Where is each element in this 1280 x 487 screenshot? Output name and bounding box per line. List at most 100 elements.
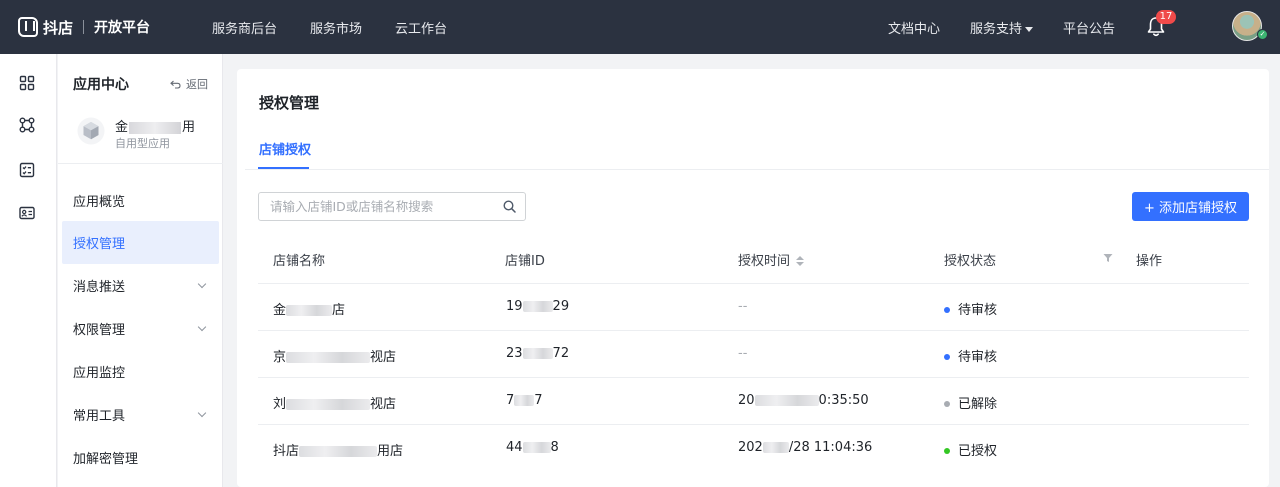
tabs-divider	[245, 169, 1269, 170]
sort-icon[interactable]	[796, 256, 805, 267]
tab-store-authorization[interactable]: 店铺授权	[259, 139, 311, 158]
back-label: 返回	[186, 78, 208, 91]
column-header-store-name: 店铺名称	[273, 254, 326, 269]
sidebar-item-label: 授权管理	[73, 237, 126, 252]
store-name-start: 抖店	[273, 444, 300, 459]
status-cell: 待审核	[944, 299, 997, 318]
grid-icon[interactable]	[19, 75, 35, 91]
app-card: 金用 自用型应用	[73, 114, 218, 154]
sidebar-divider	[58, 163, 223, 164]
nav-service-support-label: 服务支持	[970, 21, 1023, 37]
notification-badge: 17	[1156, 10, 1176, 24]
top-bar: 抖店 开放平台 服务商后台 服务市场 云工作台 文档中心 服务支持 平台公告 1…	[0, 0, 1280, 54]
redacted-text	[286, 399, 371, 410]
column-header-auth-status: 授权状态	[944, 254, 997, 269]
checklist-icon[interactable]	[19, 162, 35, 178]
nav-docs-center[interactable]: 文档中心	[888, 18, 940, 37]
store-name-end: 用店	[377, 444, 404, 459]
status-label: 已授权	[958, 444, 998, 459]
store-id-end: 8	[550, 440, 559, 455]
id-card-icon[interactable]	[19, 205, 35, 221]
sidebar-item-permissions[interactable]: 权限管理	[62, 307, 219, 350]
app-name-end: 用	[182, 120, 196, 135]
sidebar-item-encryption[interactable]: 加解密管理	[62, 436, 219, 479]
auth-time-start: 20	[738, 393, 755, 408]
sidebar-title: 应用中心	[73, 77, 129, 93]
page-title: 授权管理	[259, 94, 320, 112]
sidebar-item-label: 应用监控	[73, 366, 126, 381]
back-button[interactable]: 返回	[170, 76, 208, 92]
top-nav-left: 服务商后台 服务市场 云工作台	[212, 0, 480, 54]
store-id-start: 7	[506, 393, 515, 408]
nav-announcements-wrap: 平台公告	[1063, 0, 1115, 54]
brand[interactable]: 抖店 开放平台	[18, 0, 150, 54]
column-header-auth-time-label: 授权时间	[738, 254, 791, 269]
app-cube-icon	[77, 117, 105, 145]
store-name-end: 店	[332, 303, 346, 318]
verified-check-icon: ✓	[1257, 29, 1268, 40]
redacted-text	[129, 121, 182, 134]
nav-service-provider-backend[interactable]: 服务商后台	[212, 18, 277, 37]
status-dot-icon	[944, 447, 950, 454]
app-type: 自用型应用	[115, 137, 170, 150]
auth-time-cell: 20 0:35:50	[738, 393, 869, 408]
nav-service-market[interactable]: 服务市场	[310, 18, 362, 37]
store-name-cell: 金店	[273, 299, 345, 318]
status-cell: 已解除	[944, 393, 997, 412]
redacted-text	[286, 352, 371, 363]
filter-icon[interactable]	[1103, 253, 1113, 263]
nav-service-support[interactable]: 服务支持	[970, 18, 1034, 37]
brand-divider	[83, 20, 85, 34]
table-row: 抖店 用店 44 8 202/28 11:04:36 已授权	[258, 424, 1249, 471]
chevron-down-icon	[197, 279, 207, 289]
store-id-cell: 19 29	[506, 299, 569, 314]
redacted-text	[299, 446, 378, 457]
nav-support-wrap: 服务支持	[970, 0, 1034, 54]
search-input[interactable]	[259, 193, 499, 220]
store-id-end: 72	[552, 346, 570, 361]
store-id-end: 29	[552, 299, 570, 314]
auth-time-cell: 202/28 11:04:36	[738, 440, 872, 455]
sidebar-item-label: 权限管理	[73, 323, 126, 338]
sidebar-item-monitoring[interactable]: 应用监控	[62, 350, 219, 393]
return-arrow-icon	[170, 80, 181, 89]
auth-time-end: /28 11:04:36	[788, 440, 873, 455]
sidebar-item-message-push[interactable]: 消息推送	[62, 264, 219, 307]
redacted-text	[286, 305, 333, 316]
store-id-cell: 77	[506, 393, 543, 408]
caret-down-icon	[1025, 26, 1034, 32]
chevron-down-icon	[197, 322, 207, 332]
column-header-actions: 操作	[1136, 254, 1163, 269]
redacted-text	[522, 348, 553, 359]
nav-docs-wrap: 文档中心	[888, 0, 940, 54]
redacted-text	[522, 442, 551, 453]
store-name-cell: 刘 视店	[273, 393, 396, 412]
redacted-text	[754, 395, 819, 406]
store-id-start: 44	[506, 440, 523, 455]
sidebar-item-tools[interactable]: 常用工具	[62, 393, 219, 436]
redacted-text	[514, 395, 535, 406]
nodes-icon[interactable]	[19, 117, 35, 133]
redacted-text	[762, 442, 789, 453]
store-name-end: 视店	[370, 350, 397, 365]
main-panel: 授权管理 店铺授权 + 添加店铺授权 店铺名称 店铺ID 授权时间 授权状态 操…	[237, 69, 1269, 487]
nav-platform-announcements[interactable]: 平台公告	[1063, 18, 1115, 37]
sidebar-item-app-overview[interactable]: 应用概览	[62, 179, 219, 222]
nav-cloud-workbench[interactable]: 云工作台	[395, 18, 447, 37]
status-dot-icon	[944, 306, 950, 313]
status-label: 待审核	[958, 350, 998, 365]
store-name-cell: 京 视店	[273, 346, 396, 365]
store-id-end: 7	[534, 393, 543, 408]
search-icon[interactable]	[503, 200, 516, 213]
table-row: 京 视店 23 72 -- 待审核	[258, 330, 1249, 377]
status-cell: 已授权	[944, 440, 997, 459]
sidebar-item-authorization[interactable]: 授权管理	[62, 221, 219, 264]
column-header-auth-time[interactable]: 授权时间	[738, 250, 805, 269]
redacted-text	[522, 301, 553, 312]
chevron-down-icon	[197, 408, 207, 418]
store-name-start: 京	[273, 350, 287, 365]
status-cell: 待审核	[944, 346, 997, 365]
status-label: 待审核	[958, 303, 998, 318]
add-store-authorization-button[interactable]: + 添加店铺授权	[1132, 192, 1249, 221]
column-header-store-id: 店铺ID	[505, 254, 545, 269]
